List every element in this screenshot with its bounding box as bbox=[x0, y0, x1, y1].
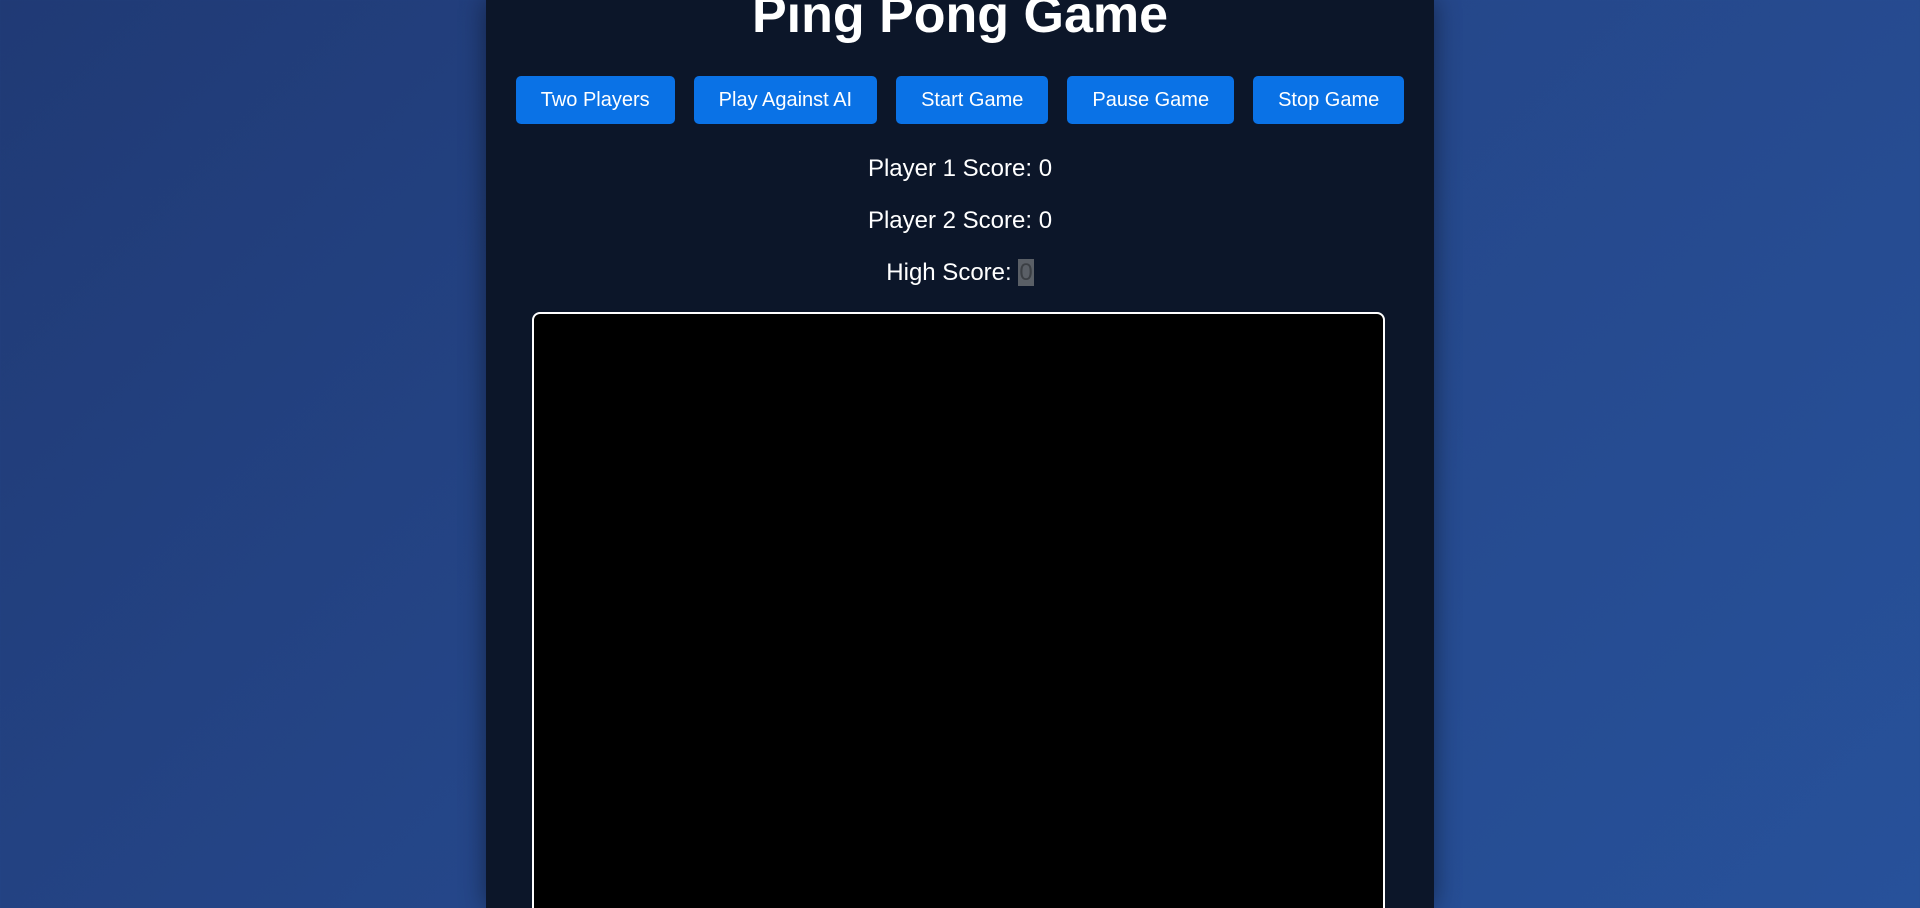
two-players-button[interactable]: Two Players bbox=[515, 76, 675, 124]
pause-game-button[interactable]: Pause Game bbox=[1067, 76, 1235, 124]
start-game-button[interactable]: Start Game bbox=[896, 76, 1049, 124]
stop-game-button[interactable]: Stop Game bbox=[1253, 76, 1405, 124]
control-bar: Two Players Play Against AI Start Game P… bbox=[486, 76, 1434, 124]
page-title: Ping Pong Game bbox=[751, 0, 1169, 44]
high-score-value: 0 bbox=[1018, 259, 1034, 286]
game-panel: Ping Pong Game Two Players Play Against … bbox=[486, 0, 1434, 908]
high-score-label: High Score: bbox=[886, 259, 1019, 286]
high-score: High Score: 0 bbox=[486, 258, 1434, 288]
player1-score-label: Player 1 Score: bbox=[867, 155, 1039, 182]
player1-score: Player 1 Score: 0 bbox=[486, 154, 1434, 184]
player2-score: Player 2 Score: 0 bbox=[486, 206, 1434, 236]
player2-score-value: 0 bbox=[1038, 207, 1053, 234]
play-against-ai-button[interactable]: Play Against AI bbox=[693, 76, 878, 124]
player1-score-value: 0 bbox=[1038, 155, 1053, 182]
player2-score-label: Player 2 Score: bbox=[867, 207, 1039, 234]
game-canvas[interactable] bbox=[532, 312, 1385, 908]
